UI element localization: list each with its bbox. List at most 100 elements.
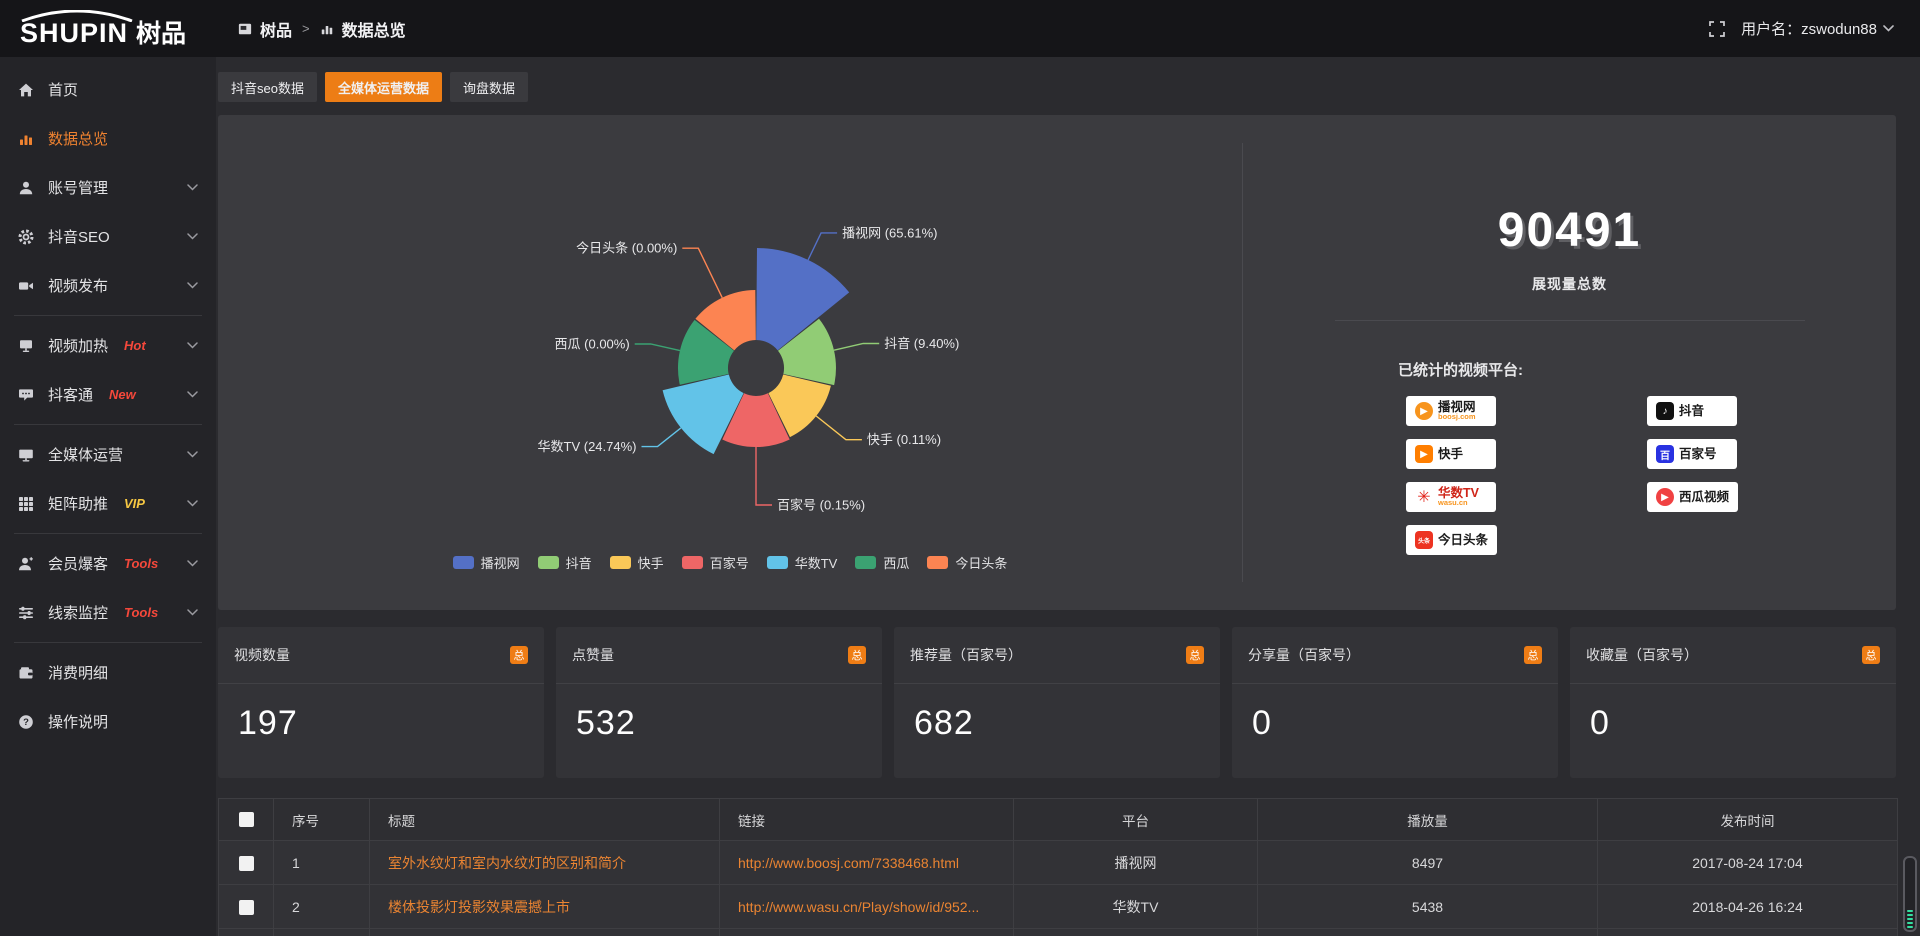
platform-badge-toutiao: 头条今日头条 xyxy=(1406,525,1497,555)
sidebar-item-lead-monitor[interactable]: 线索监控Tools xyxy=(0,588,216,637)
sidebar-item-label: 视频加热 xyxy=(48,335,108,356)
stat-card-0: 视频数量总197 xyxy=(218,627,544,778)
sidebar-item-badge: Hot xyxy=(124,338,146,353)
toutiao-logo: 头条 xyxy=(1415,531,1433,549)
scrollbar-widget[interactable] xyxy=(1903,856,1917,932)
sidebar-item-douyin-seo[interactable]: 抖音SEO xyxy=(0,212,216,261)
sidebar-divider xyxy=(14,315,202,316)
cell-time: 2017-08-24 17:04 xyxy=(1598,841,1898,885)
fullscreen-icon[interactable] xyxy=(1709,21,1725,37)
breadcrumb-root[interactable]: 树品 xyxy=(260,17,292,41)
cell-title[interactable]: 室外水纹灯和室内水纹灯的区别和简介 xyxy=(370,841,720,885)
platform-badge-wasu: ✳华数TVwasu.cn xyxy=(1406,482,1496,512)
video-table: 序号标题链接平台播放量发布时间1室外水纹灯和室内水纹灯的区别和简介http://… xyxy=(218,798,1898,936)
select-all-cell xyxy=(219,799,274,841)
stat-card-value: 532 xyxy=(556,684,882,743)
table-row: 2楼体投影灯投影效果震撼上市http://www.wasu.cn/Play/sh… xyxy=(219,885,1898,929)
select-all-checkbox[interactable] xyxy=(239,812,254,827)
breadcrumb: 树品 > 数据总览 xyxy=(238,17,406,41)
chevron-down-icon xyxy=(187,342,198,349)
sidebar-item-account-manage[interactable]: 账号管理 xyxy=(0,163,216,212)
username-label: 用户名：zswodun88 xyxy=(1741,18,1877,39)
tab-douyin-seo-data[interactable]: 抖音seo数据 xyxy=(218,72,317,102)
row-checkbox[interactable] xyxy=(239,900,254,915)
platform-badge-douyin: ♪抖音 xyxy=(1647,396,1737,426)
legend-swatch xyxy=(767,556,788,569)
stat-card-4: 收藏量（百家号）总0 xyxy=(1570,627,1896,778)
sidebar-item-douketong[interactable]: 抖客通New xyxy=(0,370,216,419)
legend-swatch xyxy=(538,556,559,569)
sidebar: 首页数据总览账号管理抖音SEO 视频发布视频加热 Hot 抖客通New 全媒体运营矩阵助… xyxy=(0,57,216,936)
cell-no: 2 xyxy=(274,885,370,929)
monitor-icon xyxy=(18,446,35,463)
sidebar-item-label: 账号管理 xyxy=(48,177,108,198)
user-menu[interactable]: 用户名：zswodun88 xyxy=(1741,18,1894,39)
sidebar-item-video-heat[interactable]: 视频加热 Hot xyxy=(0,321,216,370)
table-row-partial xyxy=(219,929,1898,936)
stat-card-value: 0 xyxy=(1232,684,1558,743)
sidebar-divider xyxy=(14,424,202,425)
legend-item-3[interactable]: 百家号 xyxy=(682,553,749,572)
chevron-down-icon xyxy=(187,184,198,191)
sidebar-item-member-burst[interactable]: 会员爆客Tools xyxy=(0,539,216,588)
sidebar-item-label: 首页 xyxy=(48,79,78,100)
chart-panel: 播视网 (65.61%)抖音 (9.40%)快手 (0.11%)百家号 (0.1… xyxy=(218,115,1896,610)
sidebar-item-data-overview[interactable]: 数据总览 xyxy=(0,114,216,163)
sidebar-item-video-publish[interactable]: 视频发布 xyxy=(0,261,216,310)
platform-name: 快手 xyxy=(1438,448,1463,460)
stat-card-header: 点赞量总 xyxy=(556,627,882,684)
legend-item-6[interactable]: 今日头条 xyxy=(927,553,1007,572)
chevron-down-icon xyxy=(187,500,198,507)
kuaishou-logo: ▶ xyxy=(1415,445,1433,463)
sidebar-item-badge: Tools xyxy=(124,605,158,620)
cell-link[interactable]: http://www.wasu.cn/Play/show/id/952... xyxy=(720,885,1014,929)
legend-item-0[interactable]: 播视网 xyxy=(453,553,520,572)
pie-label-line-5 xyxy=(635,344,680,351)
stat-card-header: 视频数量 总 xyxy=(218,627,544,684)
legend-label: 华数TV xyxy=(795,553,838,572)
wallet-icon xyxy=(18,664,35,681)
table-header-0: 序号 xyxy=(274,799,370,841)
legend-item-4[interactable]: 华数TV xyxy=(767,553,838,572)
wasu-logo: ✳ xyxy=(1415,488,1433,506)
tab-inquiry-data[interactable]: 询盘数据 xyxy=(450,72,528,102)
cell-title[interactable]: 楼体投影灯投影效果震撼上市 xyxy=(370,885,720,929)
legend-swatch xyxy=(927,556,948,569)
stat-card-title: 分享量（百家号） xyxy=(1248,645,1360,665)
pie-label-line-1 xyxy=(834,344,879,351)
row-checkbox[interactable] xyxy=(239,856,254,871)
sidebar-item-matrix-boost[interactable]: 矩阵助推VIP xyxy=(0,479,216,528)
legend-label: 播视网 xyxy=(481,553,520,572)
table-header-5: 发布时间 xyxy=(1598,799,1898,841)
platform-badge-xigua: ▶西瓜视频 xyxy=(1647,482,1738,512)
chart-legend: 播视网抖音 快手百家号 华数TV 西瓜今日头条 xyxy=(218,553,1242,572)
platform-badge-baijiahao: 百百家号 xyxy=(1647,439,1737,469)
sidebar-item-expense-detail[interactable]: 消费明细 xyxy=(0,648,216,697)
svg-text:?: ? xyxy=(23,717,29,728)
help-icon: ? xyxy=(18,713,35,730)
sidebar-item-badge: Tools xyxy=(124,556,158,571)
cell-link[interactable]: http://www.boosj.com/7338468.html xyxy=(720,841,1014,885)
sidebar-divider xyxy=(14,642,202,643)
breadcrumb-current[interactable]: 数据总览 xyxy=(342,17,406,41)
legend-item-2[interactable]: 快手 xyxy=(610,553,664,572)
total-impressions-value: 90491 xyxy=(1243,203,1896,258)
sidebar-item-media-ops[interactable]: 全媒体运营 xyxy=(0,430,216,479)
sidebar-item-help[interactable]: ?操作说明 xyxy=(0,697,216,746)
total-badge: 总 xyxy=(510,646,528,664)
legend-label: 快手 xyxy=(638,553,664,572)
sidebar-item-home[interactable]: 首页 xyxy=(0,65,216,114)
sidebar-item-badge: VIP xyxy=(124,496,145,511)
screen-icon xyxy=(18,337,35,354)
total-badge: 总 xyxy=(1524,646,1542,664)
legend-item-1[interactable]: 抖音 xyxy=(538,553,592,572)
stat-card-title: 视频数量 xyxy=(234,645,290,665)
data-tabs: 抖音seo数据全媒体运营数据询盘数据 xyxy=(218,72,1896,102)
tab-media-ops-data[interactable]: 全媒体运营数据 xyxy=(325,72,442,102)
pie-label-0: 播视网 (65.61%) xyxy=(842,225,937,240)
legend-item-5[interactable]: 西瓜 xyxy=(855,553,909,572)
cell-time: 2018-04-26 16:24 xyxy=(1598,885,1898,929)
video-icon xyxy=(18,277,35,294)
boosj-logo: ▶ xyxy=(1415,402,1433,420)
sidebar-item-label: 视频发布 xyxy=(48,275,108,296)
